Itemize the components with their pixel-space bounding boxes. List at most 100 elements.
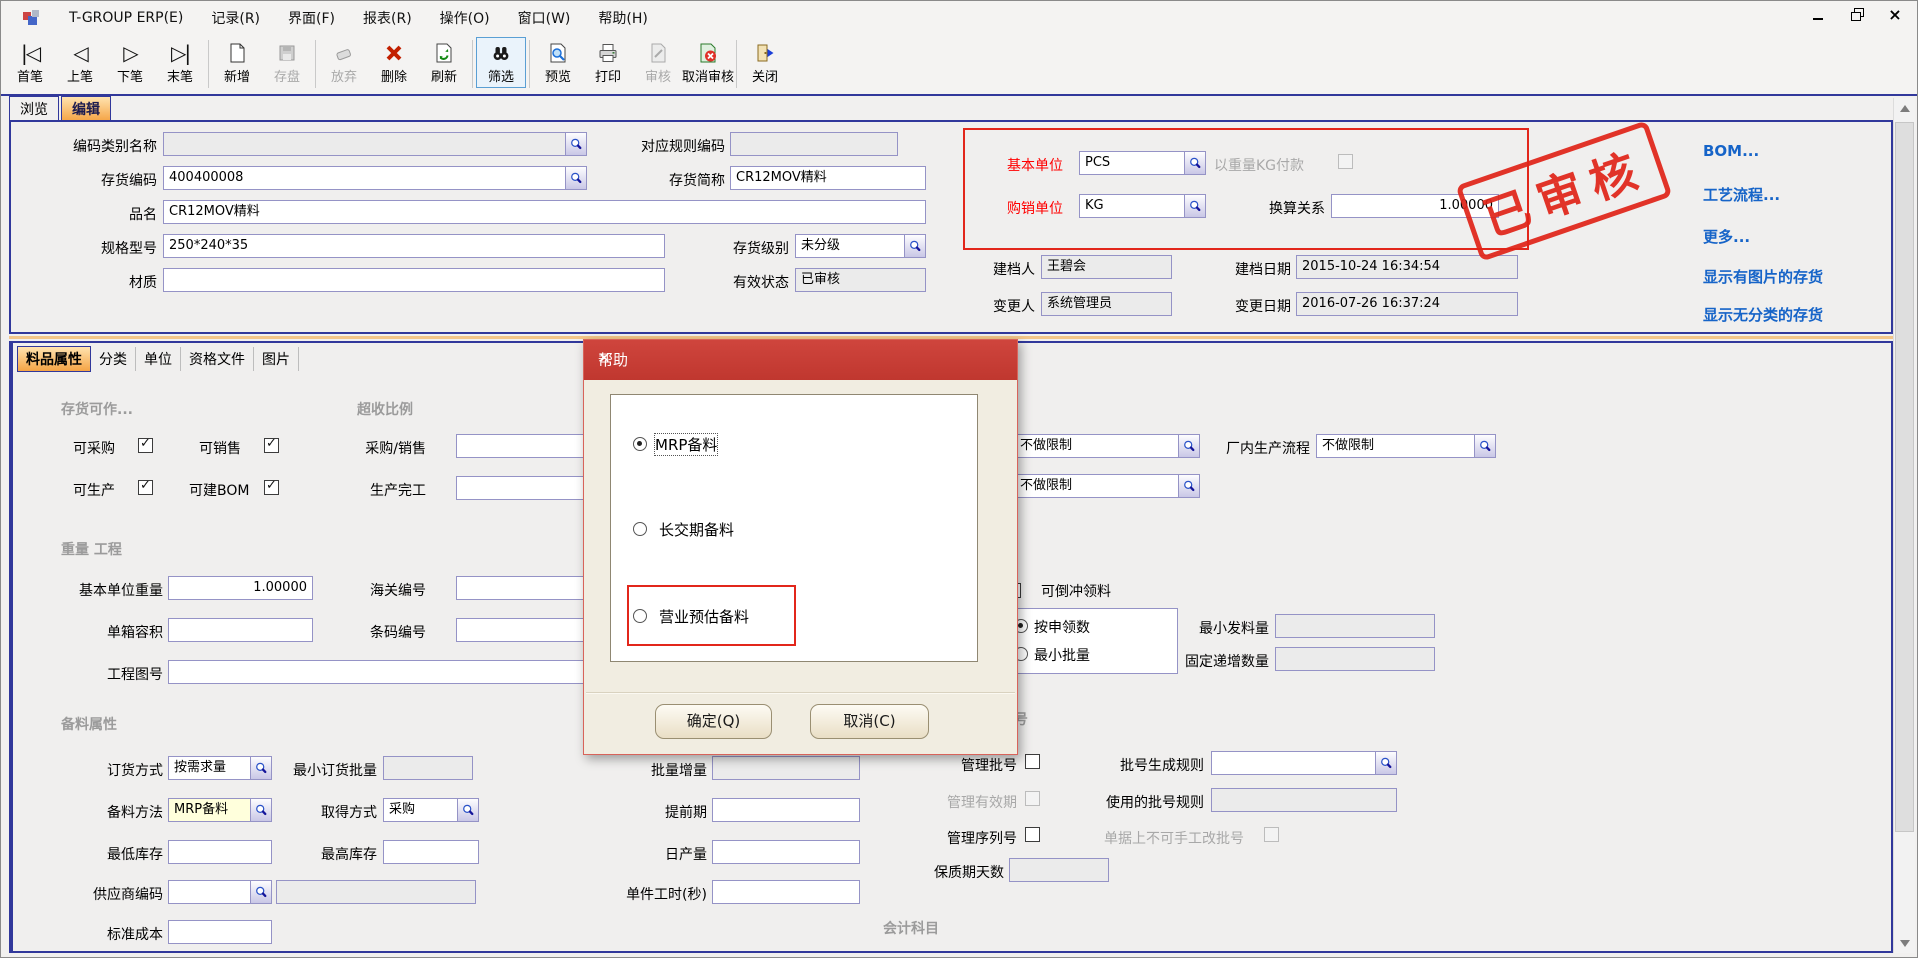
acquire-mode-combo[interactable]: 采购 [383, 798, 479, 822]
lookup-icon[interactable] [1375, 752, 1396, 774]
unit-time-field[interactable] [712, 880, 860, 904]
order-mode-combo[interactable]: 按需求量 [168, 756, 272, 780]
lookup-icon[interactable] [1178, 435, 1199, 457]
tab-classification[interactable]: 分类 [91, 347, 136, 371]
item-code-field[interactable]: 400400008 [163, 166, 587, 190]
first-record-button[interactable]: |◁ 首笔 [5, 37, 55, 88]
menu-app[interactable]: T-GROUP ERP(E) [55, 6, 197, 30]
supplier-code-combo[interactable] [168, 880, 272, 904]
long-leadtime-option-label[interactable]: 长交期备料 [659, 519, 734, 540]
mrp-prep-radio[interactable] [633, 437, 647, 451]
restore-button[interactable] [1849, 7, 1865, 23]
code-category-field[interactable] [163, 132, 587, 156]
can-produce-checkbox[interactable] [138, 480, 153, 495]
lookup-icon[interactable] [1184, 195, 1205, 217]
trade-unit-combo[interactable]: KG [1079, 194, 1206, 218]
menu-operate[interactable]: 操作(O) [426, 4, 504, 32]
sales-forecast-option-label[interactable]: 营业预估备料 [659, 606, 749, 627]
restrict-combo-1[interactable]: 不做限制 [1014, 434, 1200, 458]
lookup-icon[interactable] [457, 799, 478, 821]
dialog-close-icon[interactable]: ✕ [598, 349, 1003, 367]
min-stock-field[interactable] [168, 840, 272, 864]
menu-help[interactable]: 帮助(H) [584, 4, 661, 32]
link-process-flow[interactable]: 工艺流程... [1703, 184, 1780, 205]
tab-picture[interactable]: 图片 [254, 347, 299, 371]
close-button[interactable]: × [1887, 7, 1903, 23]
lead-time-field[interactable] [712, 798, 860, 822]
lookup-icon[interactable] [250, 799, 271, 821]
cancel-audit-button[interactable]: 取消审核 [683, 37, 733, 88]
tab-unit[interactable]: 单位 [136, 347, 181, 371]
print-button[interactable]: 打印 [583, 37, 633, 88]
base-weight-field[interactable]: 1.00000 [168, 576, 313, 600]
base-unit-combo[interactable]: PCS [1079, 151, 1206, 175]
shelf-days-field[interactable] [1009, 858, 1109, 882]
drawing-no-field[interactable] [168, 660, 598, 684]
can-sell-checkbox[interactable] [264, 438, 279, 453]
lookup-icon[interactable] [904, 235, 925, 257]
material-field[interactable] [163, 268, 665, 292]
restrict-combo-2[interactable]: 不做限制 [1014, 474, 1200, 498]
refresh-icon [433, 40, 455, 66]
prep-method-combo[interactable]: MRP备料 [168, 798, 272, 822]
manage-batch-label: 管理批号 [931, 755, 1017, 775]
fixed-increment-label: 固定递增数量 [1169, 651, 1269, 671]
preview-button[interactable]: 预览 [533, 37, 583, 88]
batch-rule-combo[interactable] [1211, 751, 1397, 775]
tab-item-attributes[interactable]: 料品属性 [17, 346, 91, 372]
refresh-button[interactable]: 刷新 [419, 37, 469, 88]
new-button[interactable]: 新增 [212, 37, 262, 88]
rule-code-field[interactable] [730, 132, 898, 156]
mrp-prep-option-label[interactable]: MRP备料 [655, 434, 717, 455]
max-stock-field[interactable] [383, 840, 479, 864]
can-bom-checkbox[interactable] [264, 480, 279, 495]
long-leadtime-radio[interactable] [633, 522, 647, 536]
box-volume-field[interactable] [168, 618, 313, 642]
std-cost-field[interactable] [168, 920, 272, 944]
barcode-label: 条码编号 [341, 622, 426, 642]
lookup-icon[interactable] [1184, 152, 1205, 174]
item-short-field[interactable]: CR12MOV精料 [730, 166, 926, 190]
next-record-button[interactable]: ▷ 下笔 [105, 37, 155, 88]
link-show-with-pictures[interactable]: 显示有图片的存货 [1703, 266, 1823, 287]
prev-record-button[interactable]: ◁ 上笔 [55, 37, 105, 88]
discard-button: 放弃 [319, 37, 369, 88]
menu-report[interactable]: 报表(R) [349, 4, 426, 32]
last-record-button[interactable]: ▷| 末笔 [155, 37, 205, 88]
minimize-button[interactable] [1811, 7, 1827, 23]
spec-field[interactable]: 250*240*35 [163, 234, 665, 258]
shelf-days-label: 保质期天数 [916, 862, 1004, 882]
lookup-icon[interactable] [565, 167, 586, 189]
scrollbar-thumb[interactable] [1895, 122, 1914, 832]
scroll-up-arrow[interactable] [1894, 98, 1915, 118]
delete-button[interactable]: 删除 [369, 37, 419, 88]
product-name-field[interactable]: CR12MOV精料 [163, 200, 926, 224]
close-form-button[interactable]: 关闭 [740, 37, 790, 88]
sales-forecast-radio[interactable] [633, 609, 647, 623]
daily-output-field[interactable] [712, 840, 860, 864]
link-show-unclassified[interactable]: 显示无分类的存货 [1703, 304, 1823, 325]
manage-batch-checkbox[interactable] [1025, 754, 1040, 769]
menu-record[interactable]: 记录(R) [197, 4, 274, 32]
manage-serial-checkbox[interactable] [1025, 827, 1040, 842]
section-weight-engineering: 重量 工程 [61, 539, 122, 559]
link-bom[interactable]: BOM... [1703, 142, 1759, 160]
tab-edit[interactable]: 编辑 [61, 96, 111, 121]
factory-flow-combo[interactable]: 不做限制 [1316, 434, 1496, 458]
filter-button[interactable]: 筛选 [476, 37, 526, 88]
lookup-icon[interactable] [250, 881, 271, 903]
acquire-mode-label: 取得方式 [279, 802, 377, 822]
lookup-icon[interactable] [1178, 475, 1199, 497]
can-purchase-checkbox[interactable] [138, 438, 153, 453]
ok-button[interactable]: 确定(Q) [655, 704, 772, 739]
scroll-down-arrow[interactable] [1894, 933, 1915, 953]
lookup-icon[interactable] [565, 133, 586, 155]
tab-browse[interactable]: 浏览 [9, 96, 59, 121]
level-combo[interactable]: 未分级 [795, 234, 926, 258]
tab-qualification-files[interactable]: 资格文件 [181, 347, 254, 371]
menu-window[interactable]: 窗口(W) [504, 4, 585, 32]
cancel-button[interactable]: 取消(C) [810, 704, 929, 739]
menu-interface[interactable]: 界面(F) [274, 4, 349, 32]
link-more[interactable]: 更多... [1703, 226, 1750, 247]
lookup-icon[interactable] [1474, 435, 1495, 457]
